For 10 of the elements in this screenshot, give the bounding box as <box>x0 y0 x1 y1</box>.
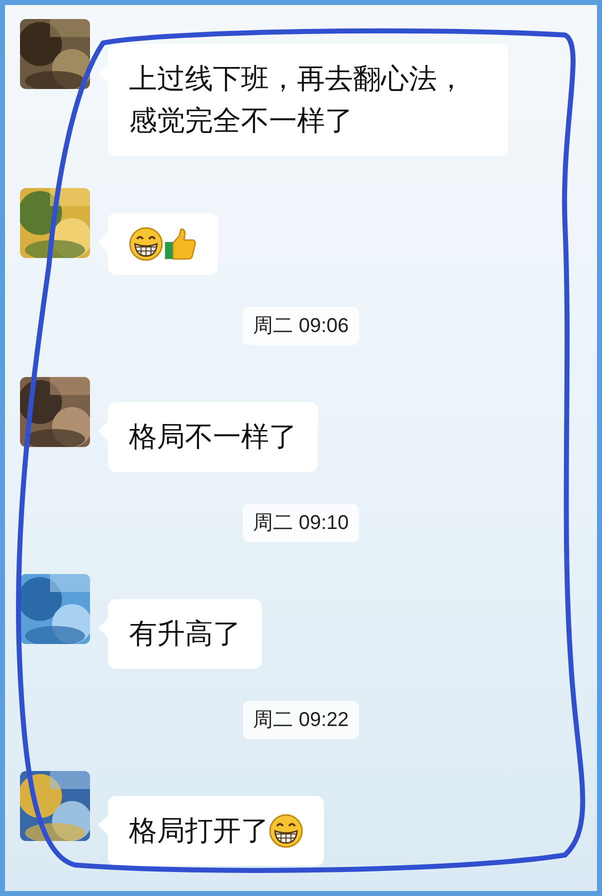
timestamp: 周二 09:06 <box>243 307 359 345</box>
timestamp: 周二 09:22 <box>243 701 359 739</box>
message-text: 上过线下班，再去翻心法，感觉完全不一样了 <box>129 62 466 138</box>
message-text: 格局不一样了 <box>129 420 297 454</box>
message-text: 有升高了 <box>129 617 241 651</box>
thumbs-up-icon <box>163 227 197 261</box>
timestamp: 周二 09:10 <box>243 504 359 542</box>
grinning-face-icon <box>269 814 303 848</box>
message-text: 格局打开了 <box>129 814 269 848</box>
grinning-face-icon <box>129 227 163 261</box>
